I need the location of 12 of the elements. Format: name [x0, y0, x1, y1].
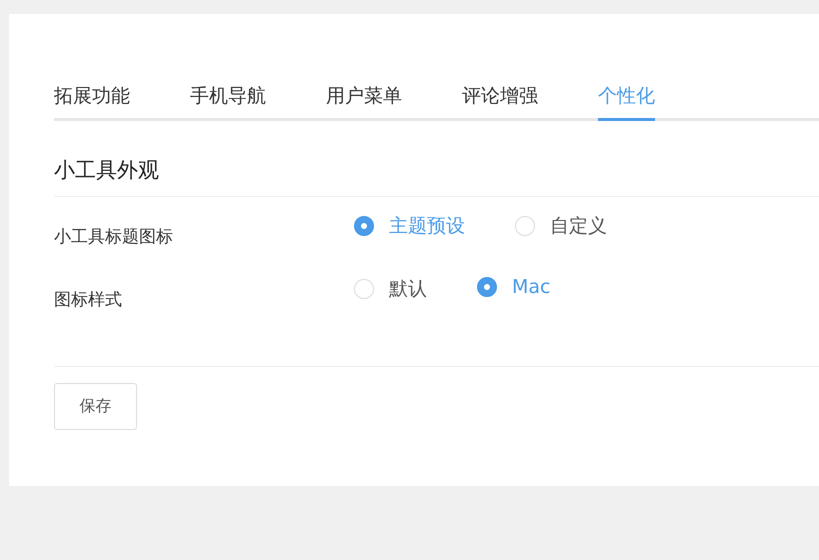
radio-button[interactable]: [477, 277, 497, 297]
tab[interactable]: 拓展功能: [54, 74, 130, 118]
option-label: 小工具标题图标: [54, 226, 174, 249]
tab[interactable]: 手机导航: [190, 74, 266, 118]
save-button[interactable]: 保存: [54, 383, 137, 430]
tab[interactable]: 用户菜单: [326, 74, 402, 118]
tab[interactable]: 评论增强: [462, 74, 538, 118]
section-title: 小工具外观: [54, 156, 819, 197]
option-label: 图标样式: [54, 289, 123, 312]
radio-button[interactable]: [354, 216, 374, 236]
radio-label[interactable]: 自定义: [550, 213, 607, 239]
radio-label[interactable]: 默认: [389, 276, 427, 302]
